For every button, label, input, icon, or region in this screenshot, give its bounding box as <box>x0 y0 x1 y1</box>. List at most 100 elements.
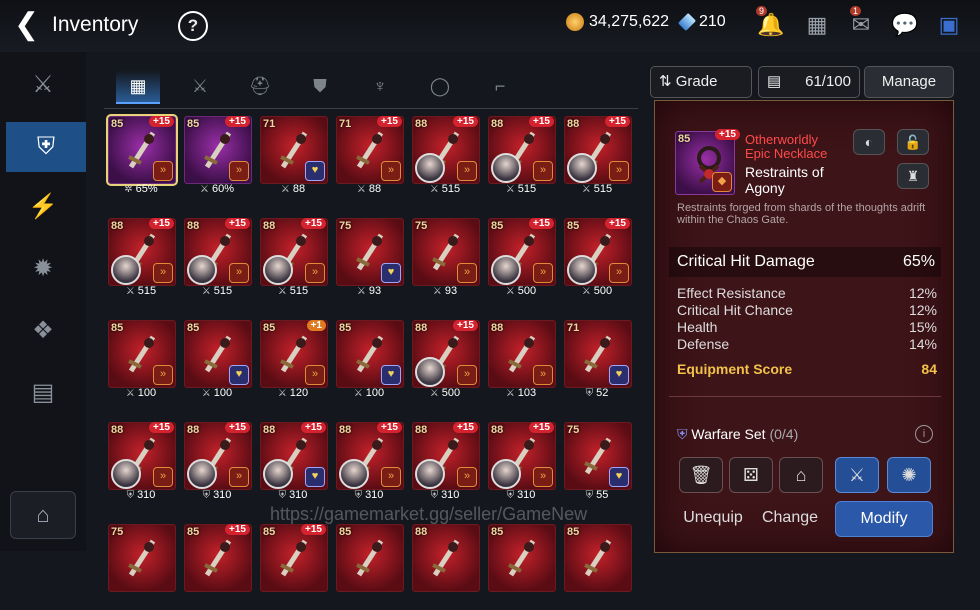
trash-icon[interactable]: 🗑 <box>679 457 723 493</box>
inventory-item[interactable]: 85 ♥ ⚔ 100 <box>184 320 252 406</box>
inventory-item[interactable]: 88 » +15 ⚔ 500 <box>412 320 480 406</box>
inventory-item[interactable]: 85 +15 <box>184 524 252 610</box>
inventory-item[interactable]: 88 » +15 ⛨ 310 <box>488 422 556 508</box>
inventory-item[interactable]: 88 » +15 ⚔ 515 <box>184 218 252 304</box>
ring-icon[interactable]: ◯ <box>418 70 462 102</box>
sort-grade-button[interactable]: ⇅ Grade <box>650 66 752 98</box>
item-stat-value: 500 <box>593 285 613 297</box>
set-icon: » <box>533 467 553 487</box>
inventory-item[interactable]: 85 » ⚔ 100 <box>108 320 176 406</box>
share-icon[interactable]: ◐ <box>853 129 885 155</box>
set-icon: ◆ <box>712 172 732 192</box>
dice-icon[interactable]: ⚄ <box>729 457 773 493</box>
sub-stat-name: Defense <box>677 336 730 352</box>
inventory-item[interactable]: 88 » +15 ⚔ 515 <box>564 116 632 202</box>
burst-blue-icon[interactable]: ✺ <box>887 457 931 493</box>
lock-icon[interactable]: 🔓 <box>897 129 929 155</box>
inventory-item[interactable]: 88 » +15 ⚔ 515 <box>260 218 328 304</box>
mail-icon[interactable]: ✉ <box>846 11 876 39</box>
equipment-art-icon <box>128 539 156 577</box>
boots-icon[interactable]: ⌐ <box>478 70 522 102</box>
grid-icon[interactable]: ▣ <box>934 11 964 39</box>
inventory-item[interactable]: 75 » ⚔ 93 <box>412 218 480 304</box>
set-icon: » <box>457 263 477 283</box>
storage-icon[interactable]: ⌂ <box>779 457 823 493</box>
item-card: 88 » <box>488 320 556 388</box>
sword-blue-icon[interactable]: ⚔ <box>835 457 879 493</box>
inventory-item[interactable]: 85 ♥ ⚔ 100 <box>336 320 404 406</box>
unequip-button[interactable]: Unequip <box>681 501 745 535</box>
manage-label: Manage <box>881 73 937 90</box>
set-icon: » <box>153 467 173 487</box>
crystal-amount: 210 <box>699 13 726 30</box>
inventory-item[interactable]: 85 <box>336 524 404 610</box>
helmet-icon[interactable]: ⛑ <box>238 70 282 102</box>
inventory-item[interactable]: 85 » +15 ⚔ 60% <box>184 116 252 202</box>
hero-icon[interactable]: ♜ <box>897 163 929 189</box>
inventory-item[interactable]: 85 <box>488 524 556 610</box>
gold-coin-icon <box>566 13 584 31</box>
storage-icon[interactable]: ⌂ <box>10 491 76 539</box>
inventory-item[interactable]: 88 » +15 ⚔ 515 <box>488 116 556 202</box>
artifact-icon[interactable]: ⛨ <box>6 122 86 172</box>
help-icon[interactable]: ? <box>178 11 208 41</box>
item-card: 85 » <box>108 320 176 388</box>
inventory-item[interactable]: 88 » +15 ⛨ 310 <box>108 422 176 508</box>
equipment-art-icon <box>204 539 232 577</box>
inventory-item[interactable]: 85 » +1 ⚔ 120 <box>260 320 328 406</box>
shop-icon[interactable]: ▦ <box>802 11 832 39</box>
item-stat: ✲ 65% <box>108 183 174 195</box>
equipment-type-tabs: ▦ ⚔ ⛑ ⛊ ♆ ◯ ⌐ <box>104 64 638 109</box>
inventory-item[interactable]: 71 » +15 ⚔ 88 <box>336 116 404 202</box>
inventory-item[interactable]: 88 » +15 ⛨ 310 <box>336 422 404 508</box>
lightning-icon[interactable]: ⚡ <box>0 182 86 232</box>
inventory-item[interactable]: 71 ♥ ⛨ 52 <box>564 320 632 406</box>
inventory-item[interactable]: 85 » +15 ⚔ 500 <box>564 218 632 304</box>
item-level: 88 <box>111 424 124 436</box>
info-icon[interactable]: i <box>915 425 933 443</box>
inventory-item[interactable]: 71 ♥ ⚔ 88 <box>260 116 328 202</box>
inventory-item[interactable]: 88 » +15 ⚔ 515 <box>108 218 176 304</box>
back-arrow-icon[interactable]: ❮ <box>14 8 39 42</box>
rune-icon[interactable]: ✹ <box>0 244 86 294</box>
item-stat-value: 310 <box>517 489 536 501</box>
item-stat: ⛨ 310 <box>184 489 250 501</box>
inventory-item[interactable]: 85 » +15 ✲ 65% <box>106 114 178 202</box>
shield-icon: ⛨ <box>585 490 594 501</box>
chest-icon[interactable]: ▤ <box>0 368 86 418</box>
change-button[interactable]: Change <box>755 501 825 535</box>
inventory-item[interactable]: 75 ♥ ⛨ 55 <box>564 422 632 508</box>
inventory-item[interactable]: 88 » ⚔ 103 <box>488 320 556 406</box>
inventory-item[interactable]: 88 <box>412 524 480 610</box>
inventory-item[interactable]: 75 <box>108 524 176 610</box>
grid-icon[interactable]: ▦ <box>116 70 160 104</box>
inventory-item[interactable]: 88 » +15 ⛨ 310 <box>412 422 480 508</box>
inventory-item[interactable]: 88 » +15 ⚔ 515 <box>412 116 480 202</box>
item-stat: ⚔ 515 <box>488 183 554 195</box>
gold-display: 34,275,622 <box>566 13 669 31</box>
manage-button[interactable]: Manage <box>864 66 954 98</box>
sword-icon: ⚔ <box>505 286 515 297</box>
sword-icon[interactable]: ⚔ <box>178 70 222 102</box>
inventory-item[interactable]: 85 <box>564 524 632 610</box>
item-card: 75 ♥ <box>564 422 632 490</box>
shield-icon: ⛨ <box>126 490 135 501</box>
set-icon: » <box>153 161 173 181</box>
inventory-item[interactable]: 85 » +15 ⚔ 500 <box>488 218 556 304</box>
inventory-item[interactable]: 75 ♥ ⚔ 93 <box>336 218 404 304</box>
sword-icon: ⚔ <box>200 184 209 195</box>
armor-icon[interactable]: ⛊ <box>298 70 342 102</box>
selected-item-image: 85 ◆ <box>675 131 735 195</box>
inventory-item[interactable]: 85 +15 <box>260 524 328 610</box>
bag-icon: ▤ <box>767 73 782 90</box>
modify-button[interactable]: Modify <box>835 501 933 537</box>
inventory-item[interactable]: 88 ♥ +15 ⛨ 310 <box>260 422 328 508</box>
materials-icon[interactable]: ❖ <box>0 306 86 356</box>
capacity-display[interactable]: ▤ 61/100 <box>758 66 860 98</box>
inventory-item[interactable]: 88 » +15 ⛨ 310 <box>184 422 252 508</box>
necklace-icon[interactable]: ♆ <box>358 70 402 102</box>
shield-icon: ⛨ <box>278 490 287 501</box>
chat-icon[interactable]: 💬 <box>890 11 920 39</box>
item-level: 88 <box>415 118 428 130</box>
equipment-icon[interactable]: ⚔ <box>0 60 86 110</box>
